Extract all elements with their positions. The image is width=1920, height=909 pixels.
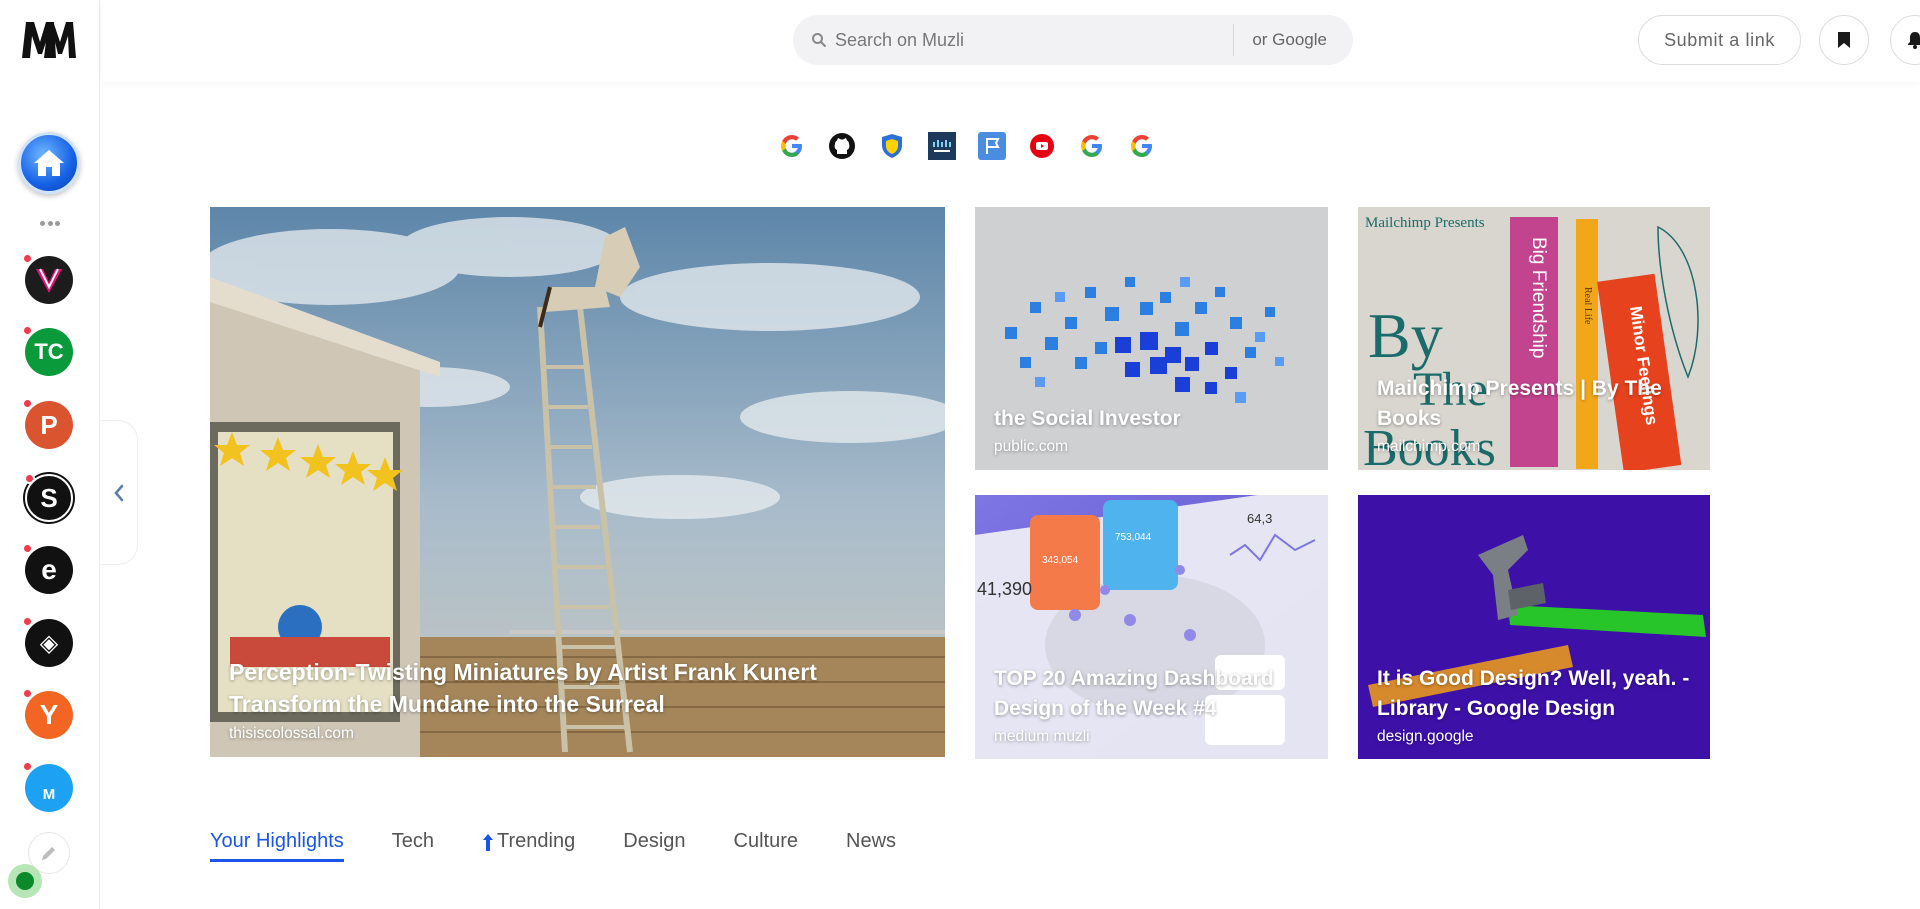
- bell-icon: [1908, 32, 1920, 49]
- google-icon: [781, 135, 802, 157]
- article-title[interactable]: TOP 20 Amazing Dashboard Design of the W…: [994, 664, 1309, 724]
- source-medium-muzli[interactable]: M: [22, 761, 73, 812]
- article-meta: It is Good Design? Well, yeah. - Library…: [1377, 664, 1691, 746]
- source-y-combinator[interactable]: Y: [22, 688, 73, 739]
- pencil-icon: [42, 847, 55, 860]
- book-big-friendship: Big Friendship: [1528, 237, 1549, 358]
- article-card-social-investor[interactable]: the Social Investor public.com: [975, 207, 1328, 470]
- article-card-google-design[interactable]: It is Good Design? Well, yeah. - Library…: [1358, 495, 1710, 759]
- ycombinator-icon: Y: [39, 699, 59, 730]
- techcrunch-icon: TC: [34, 339, 64, 364]
- google-icon: [1081, 135, 1102, 157]
- notification-dot: [22, 543, 33, 554]
- quick-link-cisco[interactable]: [925, 128, 959, 164]
- source-smashing[interactable]: S: [24, 473, 73, 522]
- home-button[interactable]: [18, 132, 80, 194]
- source-codepen[interactable]: ◈: [22, 616, 73, 667]
- article-title[interactable]: It is Good Design? Well, yeah. - Library…: [1377, 664, 1691, 724]
- quick-link-flag[interactable]: [975, 128, 1009, 164]
- notification-dot: [22, 688, 33, 699]
- flag-icon: [978, 132, 1006, 160]
- quick-link-security[interactable]: [875, 128, 909, 164]
- engadget-icon: e: [41, 554, 57, 585]
- tab-tech[interactable]: Tech: [392, 830, 434, 861]
- github-icon: [829, 133, 855, 159]
- top-header: Search on Muzli or Google Submit a link: [101, 0, 1920, 82]
- notification-dot: [22, 616, 33, 627]
- featured-article-source: thisiscolossal.com: [229, 725, 354, 742]
- search-bar[interactable]: Search on Muzli or Google: [793, 15, 1353, 65]
- featured-article-card[interactable]: Perception-Twisting Miniatures by Artist…: [210, 207, 945, 757]
- bookmarks-button[interactable]: [1819, 15, 1869, 65]
- source-engadget[interactable]: e: [22, 543, 73, 594]
- notification-dot: [22, 325, 33, 336]
- article-card-dashboard[interactable]: 343,054 753,044 41,390 64,3 TOP 20 Amazi…: [975, 495, 1328, 759]
- article-meta: TOP 20 Amazing Dashboard Design of the W…: [994, 664, 1309, 746]
- dashboard-big-number: 41,390: [977, 579, 1032, 599]
- trending-arrow-icon: [483, 833, 494, 851]
- verge-icon: [36, 268, 62, 293]
- tab-culture[interactable]: Culture: [734, 830, 798, 861]
- featured-article-meta: Perception-Twisting Miniatures by Artist…: [229, 656, 926, 743]
- article-source: medium muzli: [994, 728, 1090, 745]
- youtube-icon: [1030, 134, 1054, 158]
- source-product-hunt[interactable]: P: [22, 398, 73, 449]
- notifications-button[interactable]: [1890, 15, 1920, 65]
- tab-design[interactable]: Design: [623, 830, 685, 861]
- article-title[interactable]: the Social Investor: [994, 404, 1309, 434]
- notification-dot: [22, 398, 33, 409]
- search-input[interactable]: Search on Muzli: [835, 30, 1233, 51]
- featured-article-title[interactable]: Perception-Twisting Miniatures by Artist…: [229, 656, 926, 721]
- dashboard-stat-1: 343,054: [1042, 555, 1079, 566]
- dashboard-stat-2: 753,044: [1115, 532, 1152, 543]
- tab-your-highlights[interactable]: Your Highlights: [210, 830, 344, 862]
- google-search-toggle[interactable]: or Google: [1234, 30, 1353, 50]
- quick-link-github[interactable]: [825, 128, 859, 164]
- google-icon: [1131, 135, 1152, 157]
- mailchimp-brand-text: Mailchimp Presents: [1365, 215, 1485, 231]
- source-the-verge[interactable]: [22, 253, 73, 304]
- article-title[interactable]: Mailchimp Presents | By The Books: [1377, 374, 1691, 434]
- tab-trending[interactable]: Trending: [482, 830, 575, 861]
- tab-news[interactable]: News: [846, 830, 896, 861]
- article-source: mailchimp.com: [1377, 438, 1481, 455]
- book-real-life: Real Life: [1582, 287, 1593, 325]
- shield-icon: [882, 134, 902, 158]
- quick-link-google-3[interactable]: [1125, 128, 1159, 164]
- tab-trending-label: Trending: [497, 830, 576, 852]
- quick-link-google[interactable]: [775, 128, 809, 164]
- article-source: design.google: [1377, 728, 1474, 745]
- cisco-icon: [928, 132, 956, 160]
- article-source: public.com: [994, 438, 1069, 455]
- dashboard-stat-3: 64,3: [1247, 511, 1272, 526]
- smashing-icon: S: [40, 482, 58, 513]
- sidebar: TC P S e ◈ Y M: [0, 0, 100, 909]
- feed-tabs: Your Highlights Tech Trending Design Cul…: [210, 830, 944, 862]
- chevron-left-icon: [113, 484, 123, 501]
- muzli-medium-icon: M: [42, 785, 56, 803]
- notification-dot: [22, 253, 33, 264]
- bookmark-icon: [1838, 32, 1850, 48]
- muzli-logo[interactable]: [18, 14, 78, 64]
- notification-dot: [22, 761, 33, 772]
- article-card-mailchimp[interactable]: Mailchimp Presents Big Friendship Real L…: [1358, 207, 1710, 470]
- quick-link-youtube[interactable]: [1025, 128, 1059, 164]
- source-techcrunch[interactable]: TC: [22, 325, 73, 376]
- article-meta: Mailchimp Presents | By The Books mailch…: [1377, 374, 1691, 456]
- codepen-icon: ◈: [39, 629, 59, 657]
- notification-dot: [24, 473, 35, 484]
- product-hunt-icon: P: [40, 409, 58, 440]
- search-icon: [812, 33, 826, 47]
- online-status-indicator: [8, 864, 42, 898]
- quick-link-google-2[interactable]: [1075, 128, 1109, 164]
- svg-text:By: By: [1368, 300, 1443, 371]
- collapse-sidebar-button[interactable]: [100, 420, 138, 565]
- home-icon: [34, 150, 64, 176]
- more-sources-icon[interactable]: [40, 218, 60, 228]
- submit-link-button[interactable]: Submit a link: [1638, 15, 1801, 65]
- article-meta: the Social Investor public.com: [994, 404, 1309, 456]
